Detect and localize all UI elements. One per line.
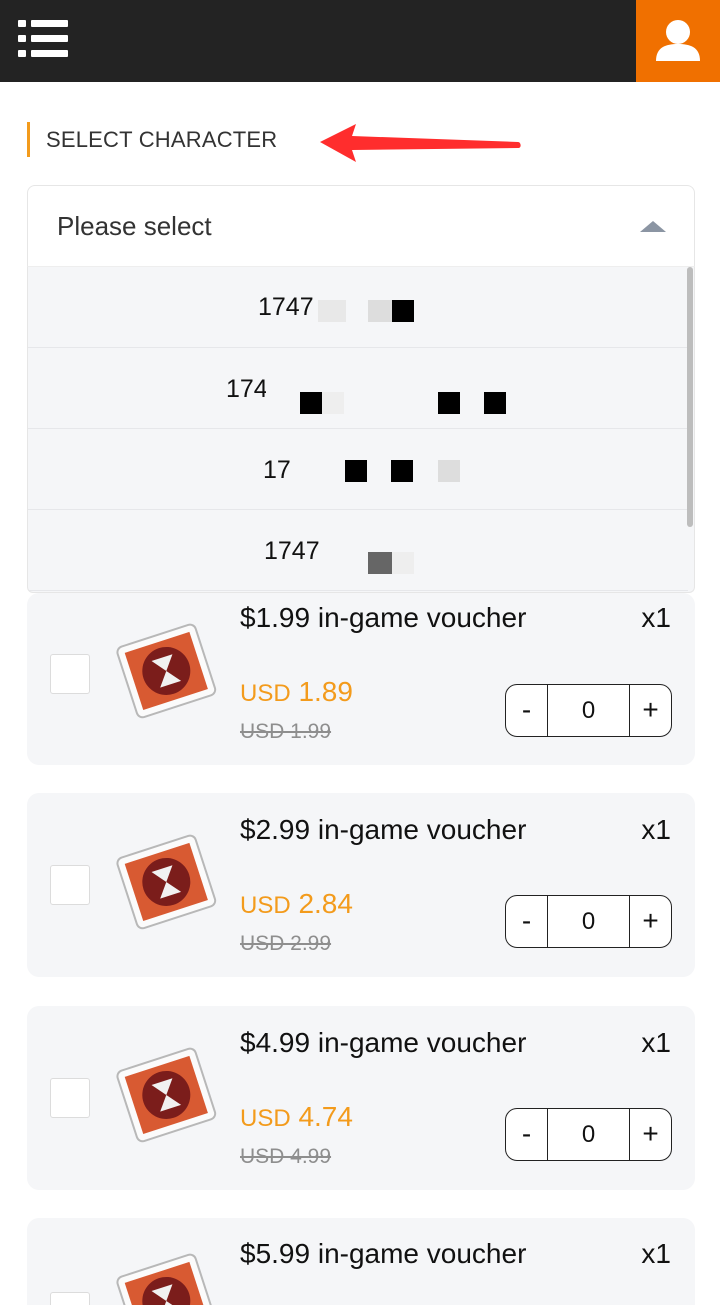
price-currency: USD [240, 680, 291, 707]
product-title: $4.99 in-game voucher [240, 1027, 527, 1058]
user-account-button[interactable] [636, 0, 720, 82]
top-bar [0, 0, 720, 82]
product-checkbox[interactable] [50, 865, 90, 905]
quantity-stepper: - + [505, 1108, 672, 1161]
character-option-label: 1747 [258, 293, 314, 321]
redaction [392, 300, 414, 322]
annotation-arrow-icon [320, 124, 521, 162]
product-price: USD 2.84 [240, 887, 353, 923]
redaction [345, 460, 367, 482]
redaction [392, 552, 414, 574]
character-option-label: 17 [263, 456, 291, 484]
voucher-icon [116, 834, 217, 930]
product-title: $1.99 in-game voucher [240, 602, 527, 633]
redaction [391, 460, 413, 482]
character-option-label: 1747 [264, 537, 320, 565]
decrement-button[interactable]: - [506, 896, 548, 947]
section-title: SELECT CHARACTER [27, 122, 277, 157]
menu-icon[interactable] [18, 20, 68, 58]
price-currency: USD [240, 1105, 291, 1132]
character-option[interactable]: 174 [28, 348, 688, 429]
character-option[interactable]: 1747 [28, 510, 688, 591]
product-checkbox[interactable] [50, 1292, 90, 1305]
product-title: $2.99 in-game voucher [240, 814, 527, 845]
dropdown-scrollbar[interactable] [687, 267, 693, 527]
product-card: $5.99 in-game voucher x1 [27, 1218, 695, 1305]
redaction [484, 392, 506, 414]
product-card: $4.99 in-game voucher x1 USD 4.74 USD 4.… [27, 1006, 695, 1190]
price-value: 1.89 [298, 676, 353, 707]
increment-button[interactable]: + [629, 896, 671, 947]
quantity-input[interactable] [548, 896, 629, 947]
increment-button[interactable]: + [629, 1109, 671, 1160]
user-icon [656, 20, 700, 61]
product-qty-label: x1 [641, 814, 671, 845]
product-title: $5.99 in-game voucher [240, 1238, 527, 1269]
redaction [322, 392, 344, 414]
redaction [368, 552, 392, 574]
product-card: $2.99 in-game voucher x1 USD 2.84 USD 2.… [27, 793, 695, 977]
character-option[interactable]: 1747 [28, 267, 688, 348]
product-qty-label: x1 [641, 1027, 671, 1058]
price-currency: USD [240, 892, 291, 919]
redaction [438, 460, 460, 482]
quantity-input[interactable] [548, 685, 629, 736]
voucher-icon [116, 623, 217, 719]
price-value: 4.74 [298, 1101, 353, 1132]
quantity-stepper: - + [505, 895, 672, 948]
increment-button[interactable]: + [629, 685, 671, 736]
price-value: 2.84 [298, 888, 353, 919]
product-price: USD 1.89 [240, 675, 353, 711]
product-checkbox[interactable] [50, 1078, 90, 1118]
redaction [368, 300, 392, 322]
redaction [300, 392, 322, 414]
character-option[interactable]: 17 [28, 429, 688, 510]
redaction [318, 300, 346, 322]
character-option-label: 174 [226, 375, 266, 403]
character-select[interactable]: Please select [27, 185, 695, 266]
product-qty-label: x1 [641, 1238, 671, 1269]
product-checkbox[interactable] [50, 654, 90, 694]
redaction [438, 392, 460, 414]
decrement-button[interactable]: - [506, 685, 548, 736]
caret-up-icon [640, 221, 666, 232]
product-price: USD 4.74 [240, 1100, 353, 1136]
voucher-icon [116, 1253, 217, 1305]
quantity-stepper: - + [505, 684, 672, 737]
voucher-icon [116, 1047, 217, 1143]
product-qty-label: x1 [641, 602, 671, 633]
select-placeholder: Please select [57, 211, 212, 241]
product-card: $1.99 in-game voucher x1 USD 1.89 USD 1.… [27, 593, 695, 765]
product-original-price: USD 1.99 [240, 720, 332, 743]
product-original-price: USD 2.99 [240, 932, 332, 955]
quantity-input[interactable] [548, 1109, 629, 1160]
product-original-price: USD 4.99 [240, 1145, 332, 1168]
character-dropdown[interactable]: 1747 174 17 1747 [27, 266, 695, 593]
decrement-button[interactable]: - [506, 1109, 548, 1160]
